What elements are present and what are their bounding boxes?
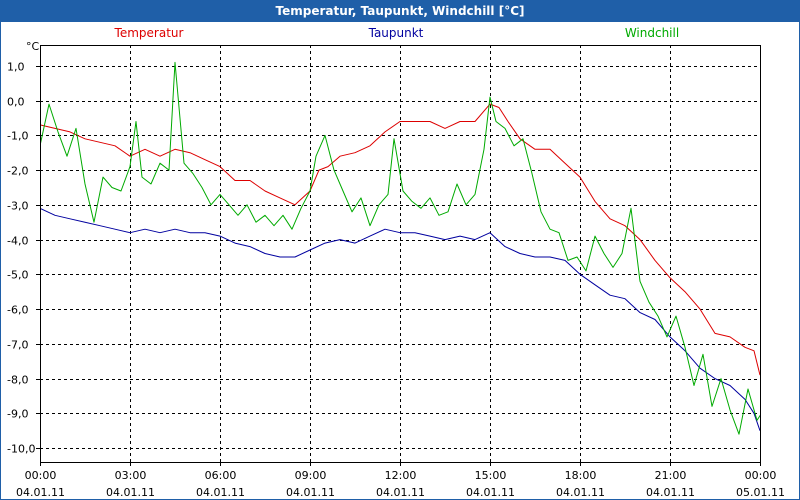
- y-tick-label: -2,0: [7, 165, 28, 178]
- legend-item-windchill: Windchill: [625, 26, 679, 40]
- grid-lines: [40, 45, 761, 462]
- x-tick-time-label: 06:00: [205, 469, 237, 482]
- legend: Temperatur Taupunkt Windchill: [114, 26, 680, 40]
- legend-item-taupunkt: Taupunkt: [368, 26, 424, 40]
- y-tick-label: 1,0: [7, 61, 25, 74]
- chart-window: Temperatur, Taupunkt, Windchill [°C] 1,0…: [0, 0, 800, 500]
- y-tick-label: -9,0: [7, 408, 28, 421]
- x-tick-time-label: 03:00: [115, 469, 147, 482]
- y-tick-label: -10,0: [7, 443, 35, 456]
- x-tick-date-label: 04.01.11: [556, 486, 605, 499]
- line-chart: 1,0 0,0 -1,0 -2,0 -3,0 -4,0 -5,0 -6,0 -7,0 -8,0 -9…: [7, 26, 785, 499]
- x-tick-date-label: 04.01.11: [16, 486, 65, 499]
- x-tick-date-label: 04.01.11: [646, 486, 695, 499]
- y-tick-label: 0,0: [7, 96, 25, 109]
- y-tick-label: -8,0: [7, 374, 28, 387]
- x-tick-date-label: 04.01.11: [376, 486, 425, 499]
- y-tick-label: -4,0: [7, 235, 28, 248]
- series-line-windchill: [40, 61, 761, 435]
- x-tick-time-label: 12:00: [385, 469, 417, 482]
- x-tick-date-label: 05.01.11: [736, 486, 785, 499]
- x-tick-date-label: 04.01.11: [286, 486, 335, 499]
- y-tick-label: -6,0: [7, 304, 28, 317]
- y-tick-label: -7,0: [7, 339, 28, 352]
- x-tick-time-label: 00:00: [25, 469, 57, 482]
- x-tick-time-label: 00:00: [745, 469, 777, 482]
- x-tick-date-label: 04.01.11: [466, 486, 515, 499]
- x-tick-time-label: 21:00: [655, 469, 687, 482]
- legend-item-temperatur: Temperatur: [114, 26, 184, 40]
- series-lines: [40, 61, 761, 435]
- y-axis-unit-label: °C: [26, 40, 40, 53]
- x-tick-time-label: 09:00: [295, 469, 327, 482]
- tick-labels: 1,0 0,0 -1,0 -2,0 -3,0 -4,0 -5,0 -6,0 -7,0 -8,0 -9…: [7, 40, 785, 499]
- x-tick-date-label: 04.01.11: [106, 486, 155, 499]
- x-tick-date-label: 04.01.11: [196, 486, 245, 499]
- x-tick-time-label: 15:00: [475, 469, 507, 482]
- x-tick-time-label: 18:00: [565, 469, 597, 482]
- y-tick-label: -3,0: [7, 200, 28, 213]
- y-tick-label: -5,0: [7, 269, 28, 282]
- y-tick-label: -1,0: [7, 130, 28, 143]
- series-line-taupunkt: [40, 207, 761, 431]
